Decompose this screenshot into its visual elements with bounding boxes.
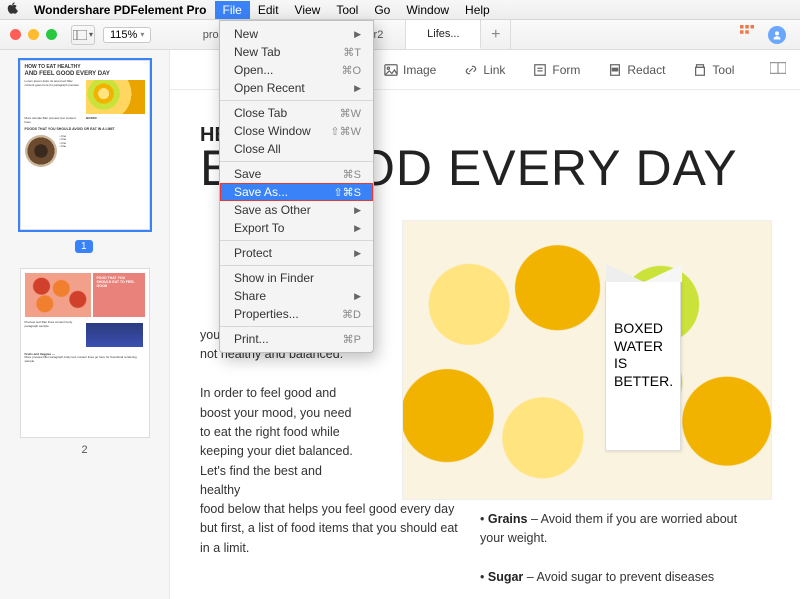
tool-tool-button[interactable]: Tool: [679, 63, 748, 77]
form-tool-button[interactable]: Form: [519, 63, 594, 77]
file-menu-item[interactable]: Close Tab⌘W: [220, 104, 373, 122]
menu-help[interactable]: Help: [457, 1, 498, 19]
sidebar-toggle-icon[interactable]: ▾: [71, 25, 95, 45]
window-toolbar: ▾ 115%▾ prod... Prod... color2 Lifes... …: [0, 20, 800, 50]
file-menu-item[interactable]: Close Window⇧⌘W: [220, 122, 373, 140]
fullscreen-window-button[interactable]: [46, 29, 57, 40]
file-menu-item[interactable]: Print...⌘P: [220, 330, 373, 348]
user-avatar-icon[interactable]: [768, 26, 786, 44]
file-menu-item[interactable]: Properties...⌘D: [220, 305, 373, 323]
file-menu-item[interactable]: Save As...⇧⌘S: [220, 183, 373, 201]
file-menu-item[interactable]: New▶: [220, 25, 373, 43]
file-menu-item[interactable]: Save as Other▶: [220, 201, 373, 219]
body-paragraph-2: food below that helps you feel good ever…: [200, 500, 460, 558]
bullet-list: • Grains – Avoid them if you are worried…: [480, 510, 750, 588]
redact-tool-button[interactable]: Redact: [594, 63, 679, 77]
file-menu-dropdown: New▶New Tab⌘TOpen...⌘OOpen Recent▶ Close …: [219, 20, 374, 353]
page-thumbnail-2[interactable]: FOOD THAT YOU SHOULD EAT TO FEEL GOOD Pr…: [20, 268, 150, 438]
menu-tool[interactable]: Tool: [328, 1, 366, 19]
page-layout-icon[interactable]: [770, 61, 800, 79]
zoom-value: 115%: [110, 29, 137, 41]
file-menu-item[interactable]: Save⌘S: [220, 165, 373, 183]
file-menu-item[interactable]: Protect▶: [220, 244, 373, 262]
menu-go[interactable]: Go: [366, 1, 398, 19]
macos-menubar: Wondershare PDFelement Pro File Edit Vie…: [0, 0, 800, 20]
close-window-button[interactable]: [10, 29, 21, 40]
file-menu-item[interactable]: Open Recent▶: [220, 79, 373, 97]
app-name: Wondershare PDFelement Pro: [26, 3, 215, 17]
thumbnail-sidebar: HOW TO EAT HEALTHY AND FEEL GOOD EVERY D…: [0, 50, 170, 599]
link-tool-button[interactable]: Link: [450, 63, 519, 77]
page-badge-1: 1: [75, 240, 93, 253]
menu-edit[interactable]: Edit: [250, 1, 287, 19]
file-menu-item[interactable]: Export To▶: [220, 219, 373, 237]
page-thumbnail-1[interactable]: HOW TO EAT HEALTHY AND FEEL GOOD EVERY D…: [20, 60, 150, 230]
image-tool-button[interactable]: Image: [370, 63, 450, 77]
window-controls: [0, 29, 67, 40]
menu-window[interactable]: Window: [398, 1, 457, 19]
tab-3[interactable]: Lifes...: [406, 20, 481, 49]
apple-logo-icon[interactable]: [0, 2, 26, 17]
page-number-2: 2: [0, 444, 169, 456]
file-menu-item[interactable]: Share▶: [220, 287, 373, 305]
carton-graphic: BOXEDWATERISBETTER.: [605, 281, 681, 451]
apps-grid-icon[interactable]: [740, 25, 754, 44]
hero-image: BOXEDWATERISBETTER.: [402, 220, 772, 500]
new-tab-button[interactable]: +: [481, 20, 511, 49]
file-menu-item[interactable]: New Tab⌘T: [220, 43, 373, 61]
file-menu-item[interactable]: Close All: [220, 140, 373, 158]
menu-file[interactable]: File: [215, 1, 250, 19]
file-menu-item[interactable]: Open...⌘O: [220, 61, 373, 79]
main-area: HOW TO EAT HEALTHY AND FEEL GOOD EVERY D…: [0, 50, 800, 599]
file-menu-item[interactable]: Show in Finder: [220, 269, 373, 287]
minimize-window-button[interactable]: [28, 29, 39, 40]
menu-view[interactable]: View: [287, 1, 329, 19]
zoom-select[interactable]: 115%▾: [103, 27, 151, 43]
